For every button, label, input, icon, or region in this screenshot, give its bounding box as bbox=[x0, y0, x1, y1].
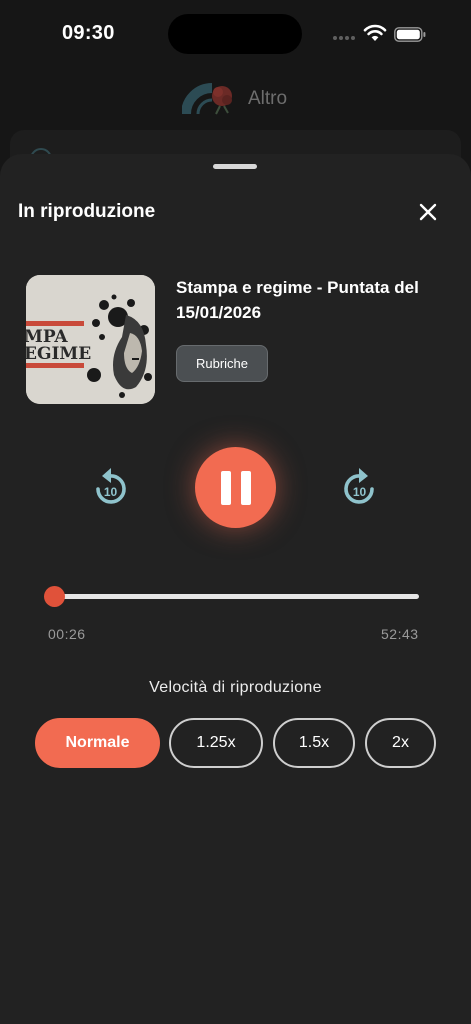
pause-icon-bar bbox=[240, 470, 251, 505]
now-playing-sheet: In riproduzione MPA EGIME Stampa e regim… bbox=[0, 154, 471, 1024]
progress-thumb[interactable] bbox=[44, 586, 65, 607]
wifi-icon bbox=[363, 24, 387, 41]
track-title: Stampa e regime - Puntata del 15/01/2026 bbox=[176, 278, 419, 322]
track-artwork: MPA EGIME bbox=[26, 275, 155, 404]
sheet-title: In riproduzione bbox=[18, 201, 156, 222]
battery-icon bbox=[394, 27, 426, 42]
speed-label: Velocità di riproduzione bbox=[149, 679, 322, 696]
background-app-title: Altro bbox=[248, 88, 288, 109]
category-button[interactable]: Rubriche bbox=[176, 345, 268, 382]
status-time: 09:30 bbox=[62, 22, 115, 44]
skip-back-button[interactable]: 10 bbox=[88, 465, 132, 509]
speed-option-1-25x[interactable]: 1.25x bbox=[169, 718, 263, 768]
background-app-header: Altro bbox=[0, 70, 471, 130]
pause-icon bbox=[220, 470, 231, 505]
close-icon[interactable] bbox=[414, 198, 442, 226]
skip-forward-seconds: 10 bbox=[353, 485, 367, 499]
artwork-text-2: EGIME bbox=[26, 344, 91, 364]
speed-option-1-5x[interactable]: 1.5x bbox=[273, 718, 355, 768]
cellular-signal-icon bbox=[333, 36, 357, 42]
total-duration: 52:43 bbox=[381, 626, 419, 642]
status-bar: 09:30 bbox=[0, 0, 471, 70]
progress-slider[interactable] bbox=[54, 594, 419, 599]
speed-option-normale[interactable]: Normale bbox=[35, 718, 160, 768]
screen: 09:30 Altro In riproduzione MPA EGIME St… bbox=[0, 0, 471, 1024]
skip-forward-button[interactable]: 10 bbox=[338, 465, 382, 509]
speed-option-2x[interactable]: 2x bbox=[365, 718, 436, 768]
artwork-image: MPA EGIME bbox=[26, 275, 155, 404]
skip-back-seconds: 10 bbox=[104, 485, 118, 499]
elapsed-time: 00:26 bbox=[48, 626, 86, 642]
forward-10-icon: 10 bbox=[344, 468, 374, 504]
pause-button[interactable] bbox=[195, 447, 276, 528]
dynamic-island bbox=[168, 14, 302, 54]
app-logo-icon bbox=[182, 83, 232, 115]
replay-10-icon: 10 bbox=[96, 468, 126, 504]
sheet-grabber[interactable] bbox=[213, 164, 257, 169]
